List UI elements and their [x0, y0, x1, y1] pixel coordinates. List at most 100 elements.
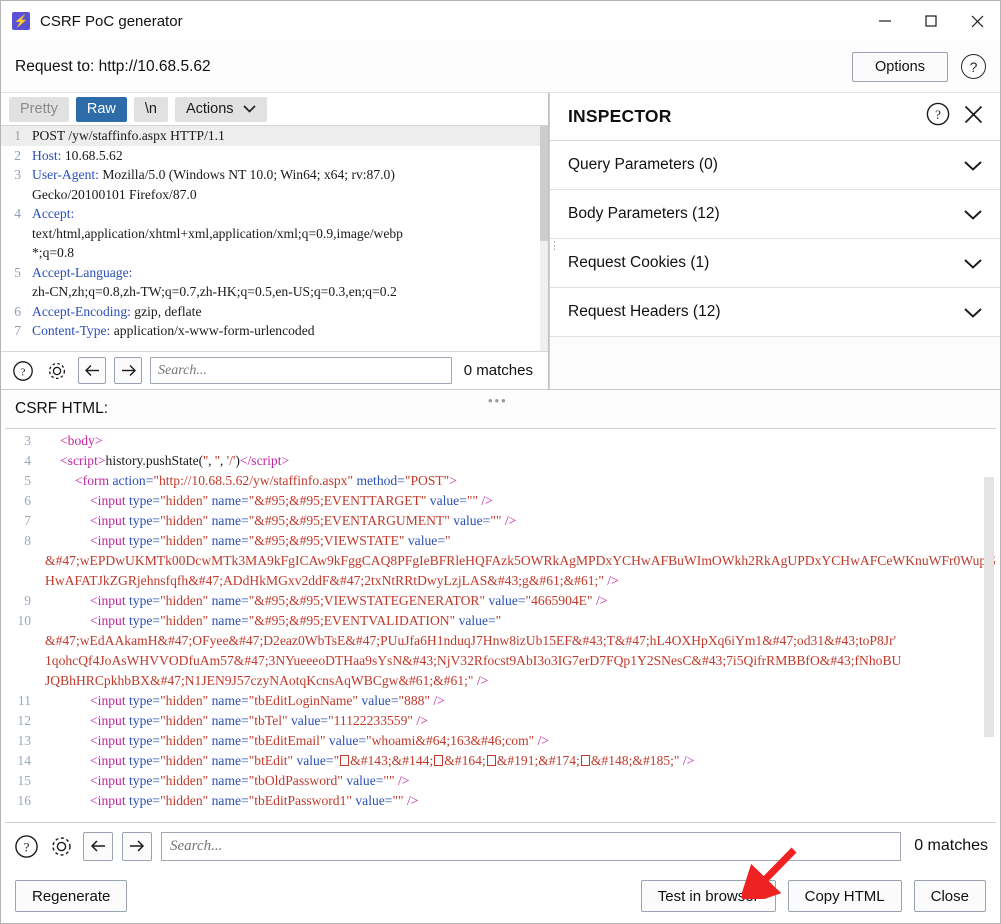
code-token: "tbEditPassword1"	[248, 793, 352, 808]
line-text: <form action="http://10.68.5.62/yw/staff…	[39, 471, 457, 491]
gear-icon[interactable]	[48, 833, 74, 859]
code-token: value=	[488, 593, 526, 608]
request-code-line: 6 Accept-Encoding: gzip, deflate	[1, 302, 548, 322]
csrf-code-line: 5 <form action="http://10.68.5.62/yw/staf…	[5, 471, 996, 491]
csrf-scrollbar-thumb[interactable]	[984, 477, 994, 737]
line-number: 4	[14, 206, 21, 221]
line-text: <input type="hidden" name="tbOldPassword…	[39, 771, 409, 791]
csrf-search-input[interactable]	[161, 831, 902, 861]
tab-raw[interactable]: Raw	[75, 96, 127, 122]
inspector-section-row[interactable]: Request Headers (12)	[550, 288, 1000, 337]
chevron-down-icon[interactable]	[962, 252, 984, 274]
line-number: 13	[17, 733, 31, 748]
chevron-down-icon[interactable]	[962, 154, 984, 176]
tab-pretty[interactable]: Pretty	[9, 96, 69, 122]
code-token: ,	[219, 453, 227, 468]
inspector-section-row[interactable]: Query Parameters (0)	[550, 141, 1000, 190]
inspector-help-icon[interactable]: ?	[925, 101, 951, 132]
gear-icon[interactable]	[44, 358, 70, 384]
code-token: name=	[211, 773, 249, 788]
code-token: <input	[90, 513, 130, 528]
line-number: ·	[1, 282, 27, 302]
inspector-section-row[interactable]: Request Cookies (1)	[550, 239, 1000, 288]
request-code-view[interactable]: 1 POST /yw/staffinfo.aspx HTTP/1.1 2 Host: …	[1, 125, 548, 351]
inspector-section-row[interactable]: Body Parameters (12)	[550, 190, 1000, 239]
line-text: <input type="hidden" name="&#95;&#95;EVE…	[39, 511, 516, 531]
code-token: &#191;&#174;	[496, 753, 580, 768]
csrf-code-line: · JQBhHRCpkhbBX&#47;N1JEN9J57czyNAotqKcns…	[5, 671, 996, 691]
header-name: User-Agent:	[32, 167, 99, 182]
svg-text:?: ?	[21, 366, 26, 378]
header-value: Mozilla/5.0 (Windows NT 10.0; Win64; x64…	[98, 167, 395, 182]
line-text: Host: 10.68.5.62	[27, 146, 123, 166]
minimize-button[interactable]	[862, 1, 908, 41]
code-token: value=	[346, 773, 384, 788]
code-token: "btEdit"	[248, 753, 294, 768]
line-number: ·	[1, 243, 27, 263]
chevron-down-icon[interactable]	[962, 203, 984, 225]
line-number: ·	[5, 551, 39, 571]
code-token: name=	[211, 593, 249, 608]
chevron-down-icon[interactable]	[962, 301, 984, 323]
code-token: <input	[90, 533, 130, 548]
help-icon[interactable]: ?	[10, 358, 36, 384]
unprintable-char-box	[486, 755, 496, 766]
search-next-button[interactable]	[114, 357, 142, 384]
code-token: "&#95;&#95;VIEWSTATE"	[248, 533, 405, 548]
line-text: Content-Type: application/x-www-form-url…	[27, 321, 315, 341]
code-token: value=	[458, 613, 496, 628]
code-token: value=	[355, 793, 393, 808]
line-text: &#47;wEdAAkamH&#47;OFyee&#47;D2eaz0WbTsE…	[39, 631, 896, 651]
unprintable-char-box	[580, 755, 590, 766]
line-text: text/html,application/xhtml+xml,applicat…	[27, 224, 403, 244]
search-prev-button[interactable]	[78, 357, 106, 384]
tab-newline[interactable]: \n	[133, 96, 168, 122]
csrf-search-next-button[interactable]	[122, 831, 152, 861]
code-token: HwAFATJkZGRjehnsfqfh&#47;ADdHkMGxv2ddF&#…	[45, 573, 604, 588]
code-token: type=	[129, 793, 161, 808]
help-icon[interactable]: ?	[961, 54, 986, 79]
line-text: *;q=0.8	[27, 243, 74, 263]
close-dialog-button[interactable]: Close	[913, 880, 986, 912]
code-token: ,	[208, 453, 215, 468]
horizontal-splitter-handle[interactable]: •••	[488, 393, 508, 408]
help-icon[interactable]: ?	[13, 833, 39, 859]
request-scrollbar-thumb[interactable]	[540, 126, 548, 241]
line-number: 6	[14, 303, 21, 319]
maximize-button[interactable]	[908, 1, 954, 41]
request-search-bar: ? 0 matches	[1, 351, 548, 389]
options-button[interactable]: Options	[852, 51, 948, 82]
request-view-tabs: Pretty Raw \n Actions	[1, 93, 548, 125]
header-name: Content-Type:	[32, 323, 111, 338]
request-match-count: 0 matches	[463, 362, 533, 379]
code-token: <input	[90, 773, 130, 788]
pane-splitter-handle[interactable]: ⋮	[549, 241, 560, 252]
code-token: "tbEditLoginName"	[248, 693, 358, 708]
code-token: <input	[90, 593, 130, 608]
code-token: value=	[453, 513, 491, 528]
close-button[interactable]	[954, 1, 1000, 41]
code-token: <input	[90, 753, 130, 768]
inspector-close-icon[interactable]	[963, 104, 984, 130]
code-token: ""	[383, 773, 395, 788]
code-token: />	[397, 773, 410, 788]
copy-html-button[interactable]: Copy HTML	[787, 880, 902, 912]
request-search-input[interactable]	[150, 357, 452, 384]
test-in-browser-button[interactable]: Test in browser	[640, 880, 776, 912]
header-value: application/x-www-form-urlencoded	[110, 323, 315, 338]
code-token: />	[682, 753, 695, 768]
code-token: type=	[129, 733, 161, 748]
code-token: ""	[392, 793, 404, 808]
csrf-search-prev-button[interactable]	[83, 831, 113, 861]
regenerate-button[interactable]: Regenerate	[15, 880, 128, 912]
csrf-code-line: · &#47;wEPDwUKMTk00DcwMTk3MA9kFgICAw9kFgg…	[5, 551, 996, 571]
csrf-html-code-view[interactable]: 3 <body> 4 <script>history.pushState('', ''…	[5, 428, 996, 823]
code-token: value=	[361, 693, 399, 708]
actions-dropdown[interactable]: Actions	[174, 96, 267, 122]
code-token: </script>	[239, 453, 290, 468]
code-token: name=	[211, 733, 249, 748]
code-token: <script>	[60, 453, 106, 468]
code-token: type=	[129, 753, 161, 768]
line-number: ·	[1, 185, 27, 205]
request-code-lines: 1 POST /yw/staffinfo.aspx HTTP/1.1 2 Host: …	[1, 126, 548, 341]
